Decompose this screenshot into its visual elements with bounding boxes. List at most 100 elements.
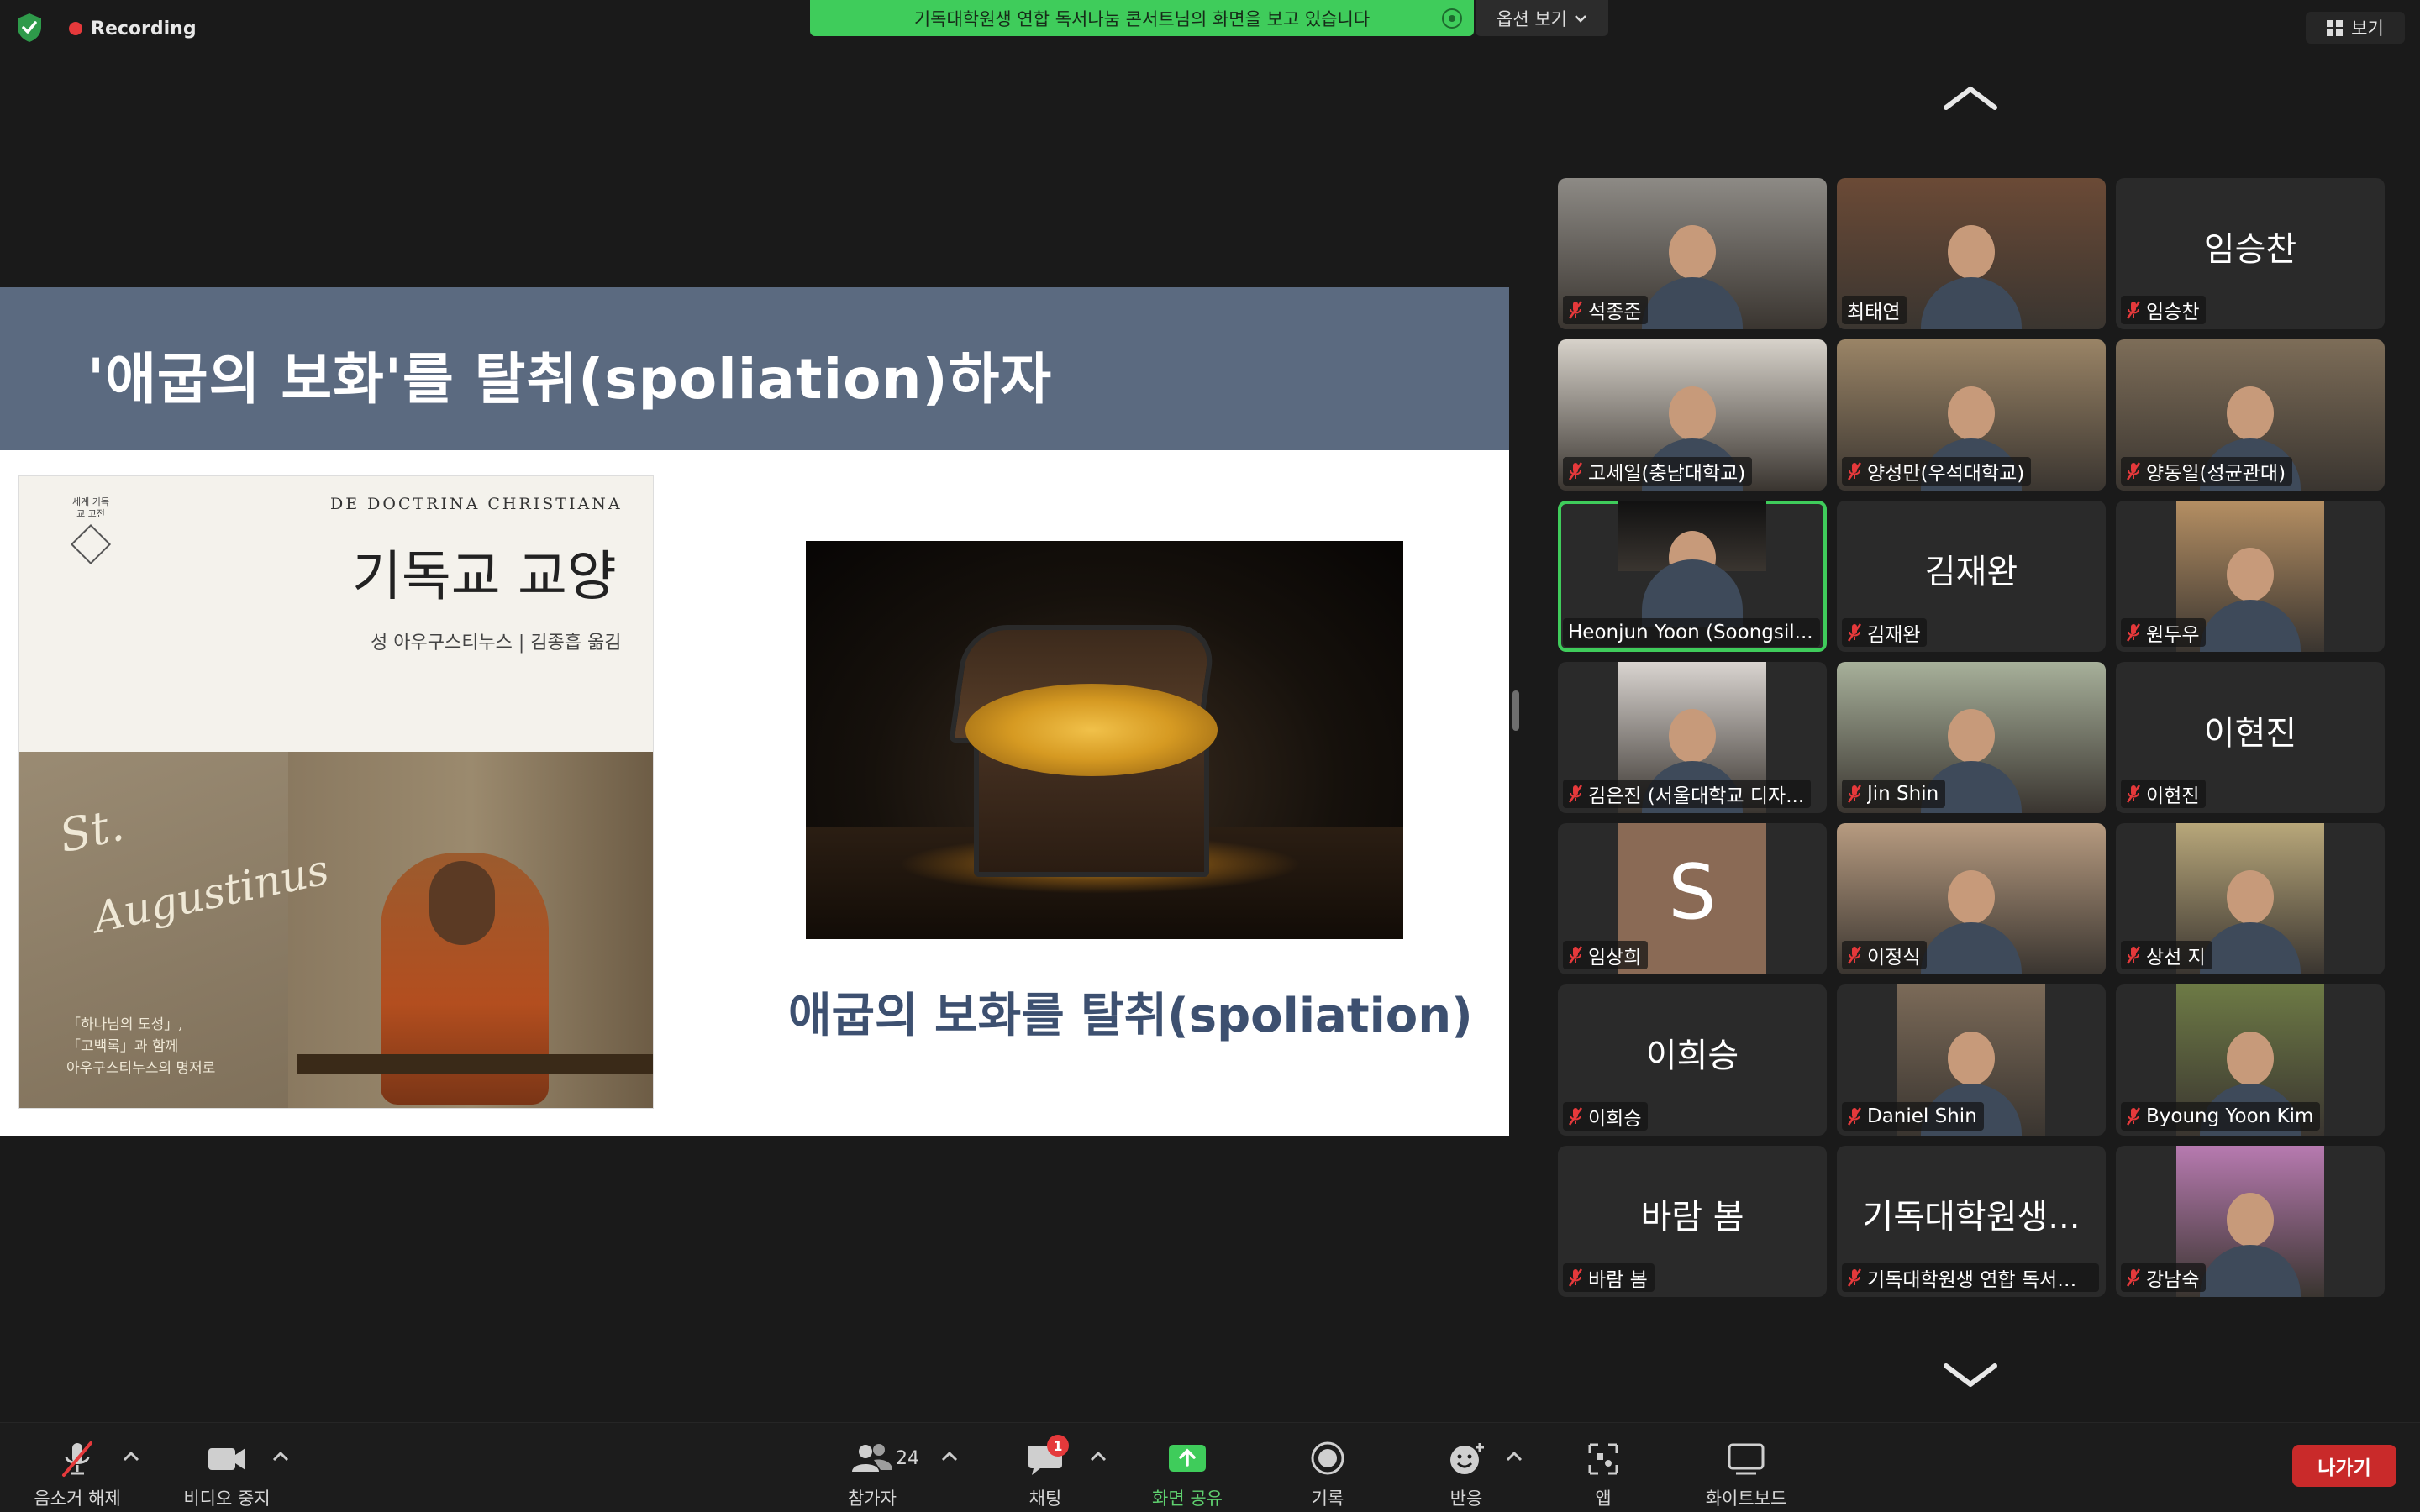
augustine-head: [429, 861, 495, 945]
participant-tile[interactable]: 원두우: [2116, 501, 2385, 652]
microphone-muted-icon: [2126, 623, 2141, 642]
view-button[interactable]: 보기: [2306, 12, 2405, 44]
split-view-handle[interactable]: [1512, 690, 1519, 731]
zoom-meeting-window: Recording 기독대학원생 연합 독서나눔 콘서트님의 화면을 보고 있습…: [0, 0, 2420, 1512]
participant-name-label: 이현진: [2121, 780, 2207, 808]
person-head: [2227, 548, 2274, 601]
leave-meeting-button[interactable]: 나가기: [2292, 1445, 2396, 1487]
participant-tile[interactable]: 김재완 김재완: [1837, 501, 2106, 652]
participant-tile[interactable]: 강남숙: [2116, 1146, 2385, 1297]
participant-tile[interactable]: Jin Shin: [1837, 662, 2106, 813]
participant-name-label: Jin Shin: [1842, 780, 1946, 808]
chat-label: 채팅: [1028, 1488, 1062, 1509]
participant-tile[interactable]: 상선 지: [2116, 823, 2385, 974]
reactions-button[interactable]: 반응: [1428, 1423, 1504, 1512]
participant-name: 상선 지: [2146, 947, 2206, 969]
chat-button[interactable]: 1 채팅: [1008, 1423, 1082, 1512]
microphone-muted-icon: [2126, 1107, 2141, 1126]
view-options-button[interactable]: 옵션 보기: [1476, 0, 1608, 36]
participant-name: Byoung Yoon Kim: [2146, 1105, 2314, 1127]
microphone-muted-icon: [2126, 946, 2141, 964]
participant-name: 양동일(성균관대): [2146, 463, 2286, 485]
person-head: [2227, 1032, 2274, 1085]
participant-name-label: 이정식: [1842, 941, 1928, 969]
chevron-up-icon[interactable]: [1941, 82, 2000, 113]
slide-title: '애굽의 보화'를 탈취(spoliation)하자: [87, 347, 1053, 412]
participant-name: 김재완: [1867, 624, 1921, 646]
person-body: [2200, 600, 2301, 652]
people-icon: [852, 1444, 892, 1472]
whiteboard-label: 화이트보드: [1705, 1488, 1787, 1509]
microphone-muted-icon: [1847, 462, 1862, 480]
book-series-text: 세계 기독교 고전: [72, 496, 109, 519]
book-latin-title: DE DOCTRINA CHRISTIANA: [330, 495, 623, 513]
book-title: 기독교 교양: [352, 546, 617, 608]
screen-share-banner: 기독대학원생 연합 독서나눔 콘서트님의 화면을 보고 있습니다: [810, 0, 1474, 36]
stop-video-button[interactable]: 비디오 중지: [175, 1423, 279, 1512]
chat-icon-wrap: 1: [1022, 1435, 1069, 1478]
view-label: 보기: [2351, 18, 2384, 39]
participant-name-label: 김재완: [1842, 618, 1928, 647]
share-screen-icon: [1169, 1445, 1206, 1472]
slide-caption: 애굽의 보화를 탈취(spoliation): [788, 989, 1473, 1043]
participant-tile[interactable]: Heonjun Yoon (Soongsil...: [1558, 501, 1827, 652]
video-camera-icon: [208, 1448, 245, 1470]
person-head: [2227, 1193, 2274, 1247]
participant-name-label: 임상희: [1563, 941, 1649, 969]
participant-tile[interactable]: 고세일(충남대학교): [1558, 339, 1827, 491]
person-head: [1948, 225, 1995, 279]
chevron-down-icon[interactable]: [1941, 1361, 2000, 1391]
participant-name: 이현진: [2146, 785, 2200, 807]
person-head: [2227, 870, 2274, 924]
participant-display-name: 기독대학원생...: [1862, 1198, 2081, 1236]
microphone-muted-icon: [1568, 462, 1583, 480]
participant-tile[interactable]: 기독대학원생... 기독대학원생 연합 독서나...: [1837, 1146, 2106, 1297]
participant-name: 이정식: [1867, 947, 1921, 969]
share-screen-button[interactable]: 화면 공유: [1138, 1423, 1237, 1512]
participant-tile[interactable]: 양동일(성균관대): [2116, 339, 2385, 491]
chevron-up-icon[interactable]: [1504, 1448, 1524, 1465]
participants-button[interactable]: 24 참가자: [823, 1423, 921, 1512]
microphone-muted-icon: [1568, 785, 1583, 803]
record-button[interactable]: 기록: [1286, 1423, 1370, 1512]
participant-display-name: 김재완: [1924, 553, 2018, 591]
participant-tile[interactable]: 양성만(우석대학교): [1837, 339, 2106, 491]
book-cover-image: 세계 기독교 고전 DE DOCTRINA CHRISTIANA 기독교 교양 …: [18, 475, 654, 1109]
chevron-up-icon[interactable]: [1088, 1448, 1108, 1465]
chevron-up-icon[interactable]: [939, 1448, 960, 1465]
participant-tile[interactable]: S 임상희: [1558, 823, 1827, 974]
person-head: [1669, 709, 1716, 763]
whiteboard-button[interactable]: 화이트보드: [1684, 1423, 1808, 1512]
microphone-muted-icon: [1847, 946, 1862, 964]
participant-tile[interactable]: 바람 봄 바람 봄: [1558, 1146, 1827, 1297]
participant-tile[interactable]: 석종준: [1558, 178, 1827, 329]
participant-name-label: 강남숙: [2121, 1263, 2207, 1292]
recording-indicator[interactable]: Recording: [69, 15, 197, 42]
participant-tile[interactable]: Byoung Yoon Kim: [2116, 984, 2385, 1136]
participant-tile[interactable]: 임승찬 임승찬: [2116, 178, 2385, 329]
participant-name-label: 상선 지: [2121, 941, 2212, 969]
participant-display-name: 바람 봄: [1640, 1198, 1744, 1236]
participant-name: 양성만(우석대학교): [1867, 463, 2025, 485]
smiley-plus-icon: [1450, 1443, 1484, 1474]
series-emblem-icon: [70, 523, 112, 565]
participant-tile[interactable]: 이희승 이희승: [1558, 984, 1827, 1136]
share-banner-text: 기독대학원생 연합 독서나눔 콘서트님의 화면을 보고 있습니다: [913, 8, 1370, 29]
participant-tile[interactable]: Daniel Shin: [1837, 984, 2106, 1136]
unmute-button[interactable]: 음소거 해제: [25, 1423, 129, 1512]
participant-tile[interactable]: 이현진 이현진: [2116, 662, 2385, 813]
participant-tile[interactable]: 이정식: [1837, 823, 2106, 974]
apps-button[interactable]: 앱: [1570, 1423, 1637, 1512]
record-icon: [1311, 1441, 1344, 1475]
participant-name: 임상희: [1588, 947, 1642, 969]
participant-name: 원두우: [2146, 624, 2200, 646]
chevron-down-icon: [1575, 14, 1586, 23]
shield-check-icon[interactable]: [15, 12, 44, 44]
participant-tile[interactable]: 최태연: [1837, 178, 2106, 329]
microphone-muted-icon: [1847, 785, 1862, 803]
participant-tile[interactable]: 김은진 (서울대학교 디자...: [1558, 662, 1827, 813]
participant-name: Heonjun Yoon (Soongsil...: [1568, 622, 1813, 643]
chevron-up-icon[interactable]: [271, 1448, 291, 1465]
participant-name: 이희승: [1588, 1108, 1642, 1130]
chevron-up-icon[interactable]: [121, 1448, 141, 1465]
